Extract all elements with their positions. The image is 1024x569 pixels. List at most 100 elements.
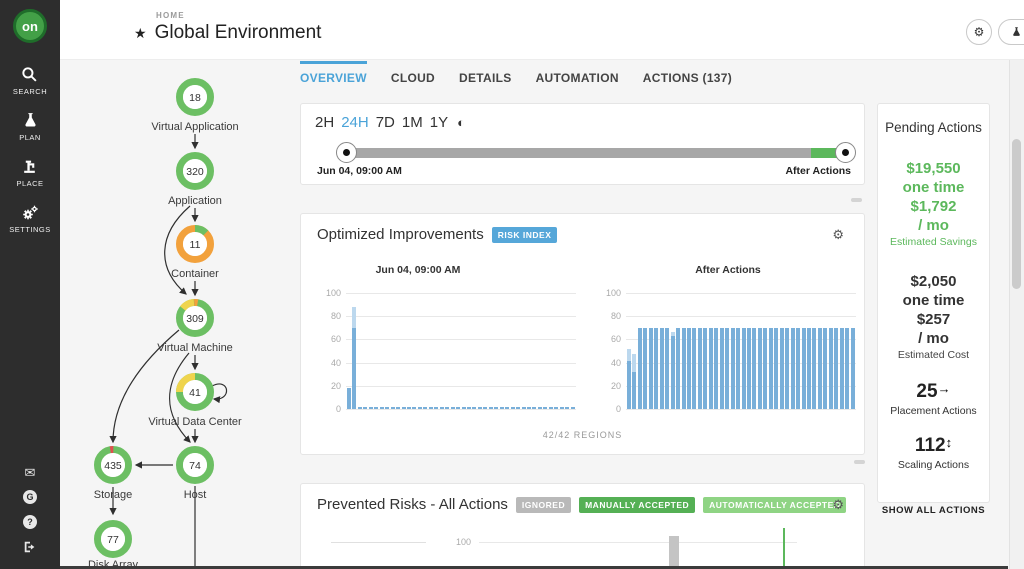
time-slider-end-handle[interactable]	[835, 142, 856, 163]
supply-chain-diagram: 18 Virtual Application 320 Application 1…	[60, 54, 300, 569]
bar	[632, 354, 636, 409]
bar	[840, 328, 844, 409]
regions-label: 42/42 REGIONS	[301, 430, 864, 440]
bar	[638, 328, 642, 409]
bar	[752, 328, 756, 409]
scaling-actions-count: 112	[915, 435, 946, 456]
supply-node-virtual-machine[interactable]: 309 Virtual Machine	[157, 296, 233, 354]
bar	[725, 328, 729, 409]
zero-bar-dash	[500, 407, 504, 409]
manually-accepted-badge[interactable]: MANUALLY ACCEPTED	[579, 497, 695, 513]
plan-button[interactable]: PLAN	[998, 19, 1024, 45]
bar	[829, 328, 833, 409]
scrollbar-thumb[interactable]	[1012, 139, 1021, 289]
zero-bar-dash	[543, 407, 547, 409]
time-slider-start-handle[interactable]	[336, 142, 357, 163]
bar	[747, 328, 751, 409]
risk-chart-before: 020406080100	[346, 293, 576, 409]
card-resize-handle[interactable]	[851, 198, 862, 202]
time-range-24h[interactable]: 24H	[341, 114, 369, 131]
tab-actions-137-[interactable]: ACTIONS (137)	[643, 61, 732, 85]
time-range-1y[interactable]: 1Y	[430, 114, 448, 131]
bar	[785, 328, 789, 409]
bar	[654, 328, 658, 409]
supply-node-virtual-data-center[interactable]: 41 Virtual Data Center	[148, 377, 242, 429]
sidebar-item-search[interactable]: SEARCH	[13, 66, 47, 96]
svg-text:74: 74	[189, 460, 201, 472]
header-settings-button[interactable]: ⚙	[966, 19, 992, 45]
help-icon[interactable]: ?	[23, 515, 37, 529]
tab-automation[interactable]: AUTOMATION	[536, 61, 619, 85]
zero-bar-dash	[532, 407, 536, 409]
bar	[823, 328, 827, 409]
supply-node-application[interactable]: 320 Application	[168, 156, 222, 208]
gridline	[479, 542, 797, 543]
zero-bar-dash	[456, 407, 460, 409]
g-badge-icon[interactable]: G	[23, 490, 37, 504]
sidebar-footer: ✉ G ?	[0, 466, 60, 554]
sidebar-item-settings[interactable]: SETTINGS	[9, 204, 51, 234]
arrow-updown-icon: ↕	[946, 435, 953, 450]
gridline	[346, 409, 576, 410]
bar-series	[626, 293, 856, 409]
bar-series	[346, 293, 576, 409]
bar	[692, 328, 696, 409]
y-tick-label: 20	[314, 381, 341, 391]
ignored-badge[interactable]: IGNORED	[516, 497, 571, 513]
zero-bar-dash	[396, 407, 400, 409]
gear-icon[interactable]: ⚙	[832, 497, 844, 513]
time-range-7d[interactable]: 7D	[376, 114, 395, 131]
zero-bar-dash	[407, 407, 411, 409]
svg-text:Host: Host	[184, 489, 207, 501]
automatically-accepted-badge[interactable]: AUTOMATICALLY ACCEPTED	[703, 497, 846, 513]
card-resize-handle[interactable]	[854, 460, 865, 464]
supply-node-container[interactable]: 11 Container	[171, 229, 219, 281]
tab-cloud[interactable]: CLOUD	[391, 61, 435, 85]
bar	[791, 328, 795, 409]
sidebar-item-plan[interactable]: PLAN	[19, 112, 41, 142]
sidebar-item-label: SETTINGS	[9, 225, 51, 234]
bar	[643, 328, 647, 409]
placement-actions-label: Placement Actions	[878, 405, 989, 417]
savings-monthly-amount: $1,792	[878, 197, 989, 216]
zero-bar-dash	[402, 407, 406, 409]
sidebar-item-place[interactable]: PLACE	[16, 158, 43, 188]
time-slider-track[interactable]	[346, 148, 846, 158]
tab-overview[interactable]: OVERVIEW	[300, 61, 367, 85]
favorite-star-icon[interactable]: ★	[134, 25, 147, 42]
supply-node-virtual-application[interactable]: 18 Virtual Application	[151, 82, 238, 134]
tab-details[interactable]: DETAILS	[459, 61, 512, 85]
svg-text:Storage: Storage	[94, 489, 133, 501]
zero-bar-dash	[527, 407, 531, 409]
time-range-2h[interactable]: 2H	[315, 114, 334, 131]
supply-node-host[interactable]: 74 Host	[180, 450, 211, 502]
bar	[720, 328, 724, 409]
svg-text:Container: Container	[171, 268, 219, 280]
supply-node-storage[interactable]: 435 Storage	[94, 447, 133, 501]
prevented-risks-card: Prevented Risks - All Actions IGNORED MA…	[300, 483, 865, 569]
time-end-label: After Actions	[785, 165, 851, 177]
bar	[763, 328, 767, 409]
gear-icon[interactable]: ⚙	[832, 227, 844, 243]
risk-index-badge[interactable]: RISK INDEX	[492, 227, 558, 243]
scrollbar-track[interactable]	[1009, 60, 1024, 569]
show-all-actions-link[interactable]: SHOW ALL ACTIONS	[878, 505, 989, 516]
zero-bar-dash	[434, 407, 438, 409]
timeline-card: 2H 24H 7D 1M 1Y ◐ Jun 04, 09:00 AM After Acti…	[300, 103, 865, 185]
timeline-toggle-icon[interactable]: ◐	[457, 115, 465, 130]
time-range-1m[interactable]: 1M	[402, 114, 423, 131]
bar	[774, 328, 778, 409]
app-logo[interactable]: on	[13, 9, 47, 43]
y-tick-label: 0	[314, 404, 341, 414]
y-tick-label: 60	[594, 334, 621, 344]
time-start-label: Jun 04, 09:00 AM	[317, 165, 402, 177]
logout-icon[interactable]	[23, 540, 37, 554]
bar	[703, 328, 707, 409]
cost-monthly-amount: $257	[878, 310, 989, 329]
zero-bar-dash	[571, 407, 575, 409]
mail-icon[interactable]: ✉	[25, 466, 36, 479]
savings-monthly-label: / mo	[878, 216, 989, 235]
bar	[687, 328, 691, 409]
y-tick-label: 20	[594, 381, 621, 391]
supply-node-disk-array[interactable]: 77 Disk Array	[88, 524, 139, 569]
